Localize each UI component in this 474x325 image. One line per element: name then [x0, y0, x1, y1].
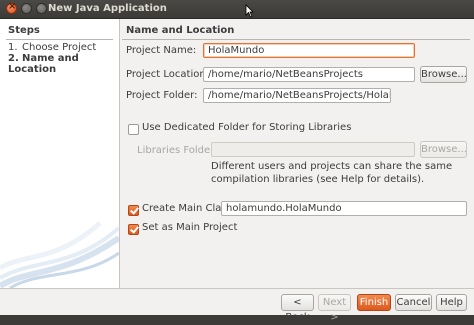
finish-button[interactable]: Finish: [357, 294, 391, 311]
maximize-window-button[interactable]: [36, 3, 47, 14]
step-choose-project: 1. Choose Project: [8, 42, 96, 53]
back-button[interactable]: < Back: [281, 294, 314, 323]
form-panel: Name and Location Project Name: HolaMund…: [120, 19, 474, 288]
window-controls: [6, 1, 47, 14]
create-main-class-label[interactable]: Create Main Class: [142, 203, 232, 214]
project-name-label: Project Name:: [126, 45, 197, 56]
project-folder-label: Project Folder:: [126, 90, 198, 101]
set-main-project-checkbox[interactable]: [128, 224, 139, 235]
set-main-project-label[interactable]: Set as Main Project: [142, 222, 237, 233]
project-location-label: Project Location:: [126, 69, 210, 80]
dedicated-folder-label[interactable]: Use Dedicated Folder for Storing Librari…: [142, 122, 351, 133]
step-label: Choose Project: [22, 42, 97, 53]
dialog-body: Steps 1. Choose Project 2. Name and Locati…: [0, 19, 474, 323]
browse-location-button[interactable]: Browse...: [420, 66, 467, 83]
libraries-folder-label: Libraries Folder:: [137, 145, 218, 156]
step-number: 1.: [8, 42, 18, 53]
libraries-info-text: Different users and projects can share t…: [211, 161, 453, 185]
browse-libraries-button[interactable]: Browse...: [420, 141, 467, 158]
step-name-and-location: 2. Name and Location: [8, 53, 119, 75]
section-divider: [122, 39, 470, 40]
dedicated-folder-checkbox[interactable]: [128, 124, 139, 135]
step-number: 2.: [8, 53, 19, 64]
decorative-swirl-icon: [0, 221, 119, 288]
section-title: Name and Location: [126, 25, 235, 36]
mouse-pointer-icon: [245, 4, 254, 18]
button-bar-divider: [0, 288, 474, 289]
project-location-input[interactable]: /home/mario/NetBeansProjects: [203, 67, 415, 82]
cancel-button[interactable]: Cancel: [395, 294, 432, 311]
create-main-class-checkbox[interactable]: [128, 205, 139, 216]
steps-panel: Steps 1. Choose Project 2. Name and Locati…: [0, 19, 120, 288]
minimize-window-button[interactable]: [21, 3, 32, 14]
help-button[interactable]: Help: [436, 294, 467, 311]
steps-title: Steps: [8, 25, 40, 36]
next-button[interactable]: Next >: [318, 294, 351, 323]
window-titlebar: New Java Application: [0, 0, 474, 19]
window-title: New Java Application: [48, 3, 167, 14]
close-window-button[interactable]: [6, 1, 17, 14]
main-class-input[interactable]: holamundo.HolaMundo: [221, 201, 467, 216]
steps-divider: [6, 39, 113, 40]
libraries-folder-input[interactable]: [211, 142, 415, 157]
project-folder-input[interactable]: /home/mario/NetBeansProjects/HolaMundo: [203, 88, 391, 103]
project-name-input[interactable]: HolaMundo: [203, 43, 415, 58]
